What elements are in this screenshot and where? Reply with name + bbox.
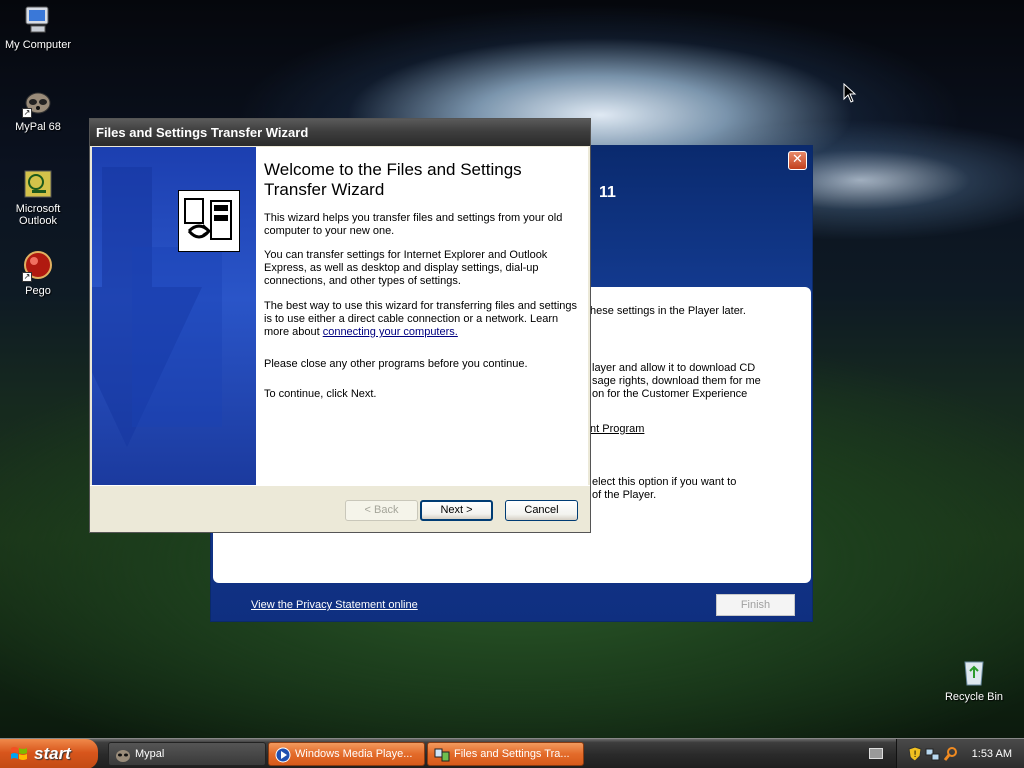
start-button[interactable]: start	[0, 739, 98, 768]
next-button[interactable]: Next >	[420, 500, 493, 521]
wmp-version-text: 11	[599, 184, 616, 201]
wizard-side-banner	[92, 147, 256, 485]
wmp-program-link[interactable]: nt Program	[590, 423, 644, 436]
wmp-text: hese settings in the Player later.	[590, 305, 746, 317]
wizard-paragraph: The best way to use this wizard for tran…	[264, 300, 584, 339]
wizard-paragraph: This wizard helps you transfer files and…	[264, 212, 563, 237]
wizard-paragraph: You can transfer settings for Internet E…	[264, 249, 548, 287]
wizard-paragraph: To continue, click Next.	[264, 388, 377, 400]
network-icon[interactable]	[925, 746, 941, 762]
desktop-icon-my-computer[interactable]: My Computer	[0, 4, 76, 51]
window-title[interactable]: Files and Settings Transfer Wizard	[90, 119, 590, 146]
taskbar: start Mypal Windows Media Playe... Files…	[0, 738, 1024, 768]
taskbar-item-mypal[interactable]: Mypal	[108, 742, 266, 766]
recycle-bin-icon	[958, 656, 990, 688]
mouse-cursor-icon	[843, 83, 857, 103]
taskbar-item-label: Files and Settings Tra...	[454, 748, 570, 760]
transfer-wizard-logo-icon	[178, 190, 240, 252]
shortcut-arrow-icon: ↗	[22, 272, 32, 282]
search-icon[interactable]	[943, 746, 959, 762]
media-player-icon	[275, 747, 291, 763]
desktop-icon-mypal[interactable]: ↗ MyPal 68	[0, 86, 76, 133]
desktop-icon-label: Pego	[25, 285, 51, 297]
wmp-text: sage rights, download them for me	[592, 375, 761, 387]
wizard-heading: Welcome to the Files and Settings Transf…	[264, 160, 522, 199]
shortcut-arrow-icon: ↗	[22, 108, 32, 118]
taskbar-item-label: Mypal	[135, 748, 165, 760]
desktop-icon-label: My Computer	[4, 39, 72, 51]
wizard-content: Welcome to the Files and Settings Transf…	[256, 147, 588, 485]
desktop-icon-recycle-bin[interactable]: Recycle Bin	[936, 656, 1012, 703]
privacy-statement-link[interactable]: View the Privacy Statement online	[251, 599, 418, 611]
close-icon[interactable]: ✕	[788, 151, 807, 170]
wmp-text: on for the Customer Experience	[592, 388, 748, 400]
desktop-icon-pego[interactable]: ↗ Pego	[0, 250, 76, 297]
wmp-text: elect this option if you want to	[592, 476, 737, 488]
taskbar-item-label: Windows Media Playe...	[295, 748, 413, 760]
transfer-wizard-icon	[434, 748, 450, 762]
wizard-paragraph: Please close any other programs before y…	[264, 358, 528, 370]
cancel-button[interactable]: Cancel	[505, 500, 578, 521]
transfer-wizard-window: Files and Settings Transfer Wizard Welco…	[89, 118, 591, 533]
security-shield-icon[interactable]: !	[907, 746, 923, 762]
outlook-icon	[22, 168, 54, 200]
start-label: start	[34, 744, 71, 763]
desktop-icon-label: MyPal 68	[15, 121, 61, 133]
desktop-icon-label: Recycle Bin	[944, 691, 1004, 703]
wmp-text: layer and allow it to download CD	[592, 362, 756, 374]
desktop-icon-outlook[interactable]: Microsoft Outlook	[0, 168, 76, 227]
wizard-button-bar: < Back Next > Cancel	[90, 485, 590, 532]
computer-icon	[22, 4, 54, 36]
taskbar-item-windows-media-player[interactable]: Windows Media Playe...	[268, 742, 425, 766]
wmp-text: of the Player.	[592, 489, 657, 501]
pego-icon: ↗	[22, 250, 54, 282]
clock[interactable]: 1:53 AM	[972, 739, 1012, 768]
finish-button[interactable]: Finish	[716, 594, 795, 616]
raccoon-icon	[116, 750, 130, 762]
raccoon-icon: ↗	[22, 86, 54, 118]
desktop-icon-label: Microsoft Outlook	[15, 203, 61, 227]
keyboard-icon[interactable]	[869, 748, 883, 759]
system-tray: ! 1:53 AM	[896, 739, 1024, 768]
taskbar-item-transfer-wizard[interactable]: Files and Settings Tra...	[427, 742, 584, 766]
back-button[interactable]: < Back	[345, 500, 418, 521]
svg-text:!: !	[913, 750, 917, 760]
windows-logo-icon	[11, 747, 27, 760]
connecting-computers-link[interactable]: connecting your computers.	[323, 326, 458, 338]
